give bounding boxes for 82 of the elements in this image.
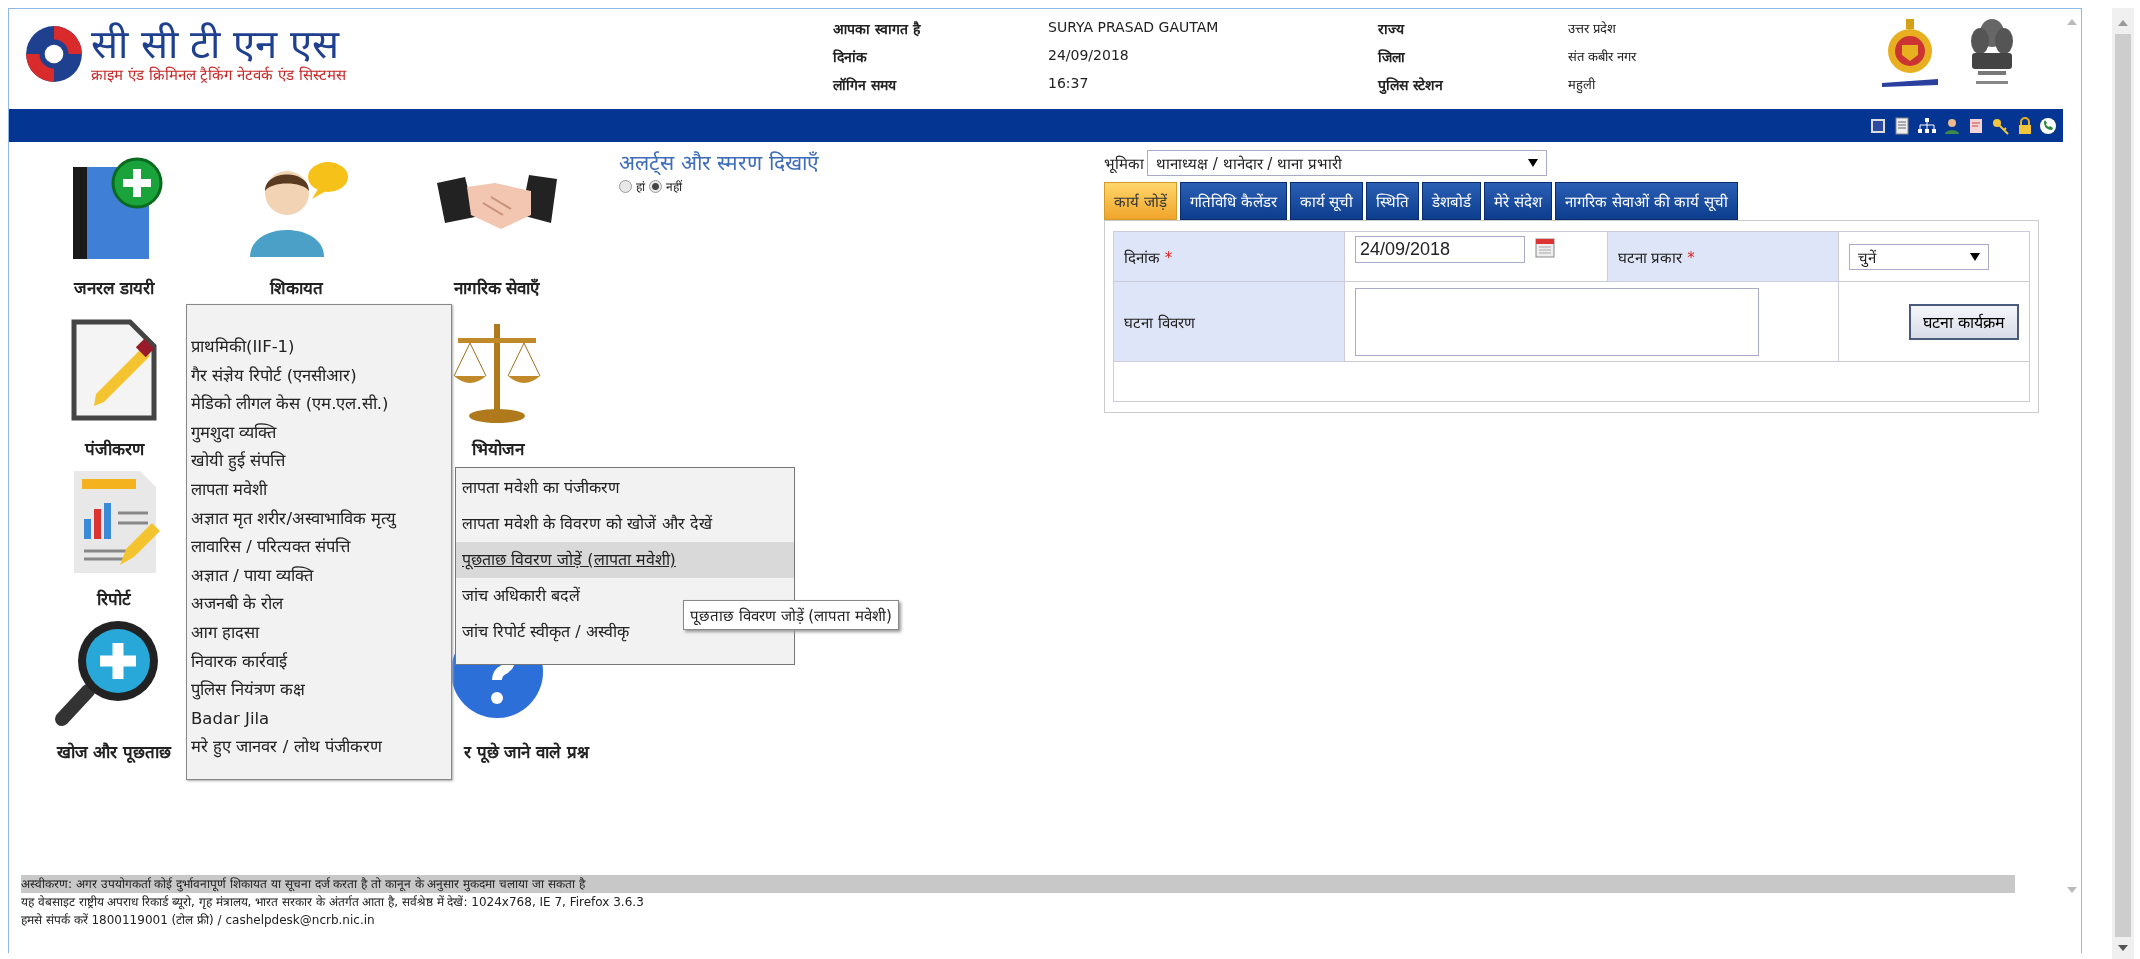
- info-value: SURYA PRASAD GAUTAM: [1048, 19, 1220, 37]
- disclaimer-text: अस्वीकरण: अगर उपयोगकर्ता कोई दुर्भावनापूर्ण शिकायत या सूचना दर्ज करता है तो कानून के अनुसार मुकदमा चलाया जा सकता है: [21, 877, 585, 891]
- menu-item[interactable]: अज्ञात / पाया व्यक्ति: [191, 561, 314, 591]
- caret-icon: [1528, 159, 1538, 167]
- lock-icon[interactable]: [2017, 116, 2033, 135]
- menu-item[interactable]: लावारिस / परित्यक्त संपत्ति: [191, 533, 351, 562]
- info-label: राज्य: [1378, 20, 1406, 38]
- menu-item[interactable]: अजनबी के रोल: [191, 590, 284, 619]
- module-label[interactable]: र पूछे जाने वाले प्रश्न: [451, 740, 602, 763]
- info-value: महुली: [1568, 76, 1597, 94]
- submenu-item[interactable]: लापता मवेशी के विवरण को खोजें और देखें: [456, 506, 714, 542]
- footer-text: यह वेबसाइट राष्ट्रीय अपराध रिकार्ड ब्यूरो, गृह मंत्रालय, भारत सरकार के अंतर्गत आता है, सर्वश्रेष्ठ में देखें: 1024x768, IE 7, Firefox 3.6.3: [21, 894, 644, 911]
- tab[interactable]: स्थिति: [1366, 182, 1420, 220]
- notepad-icon[interactable]: [1893, 116, 1911, 135]
- form-icon[interactable]: [1967, 116, 1985, 135]
- menu-item[interactable]: Badar Jila: [191, 704, 270, 734]
- menu-item[interactable]: मेडिको लीगल केस (एम.एल.सी.): [191, 390, 389, 419]
- submenu-item[interactable]: पूछताछ विवरण जोड़ें (लापता मवेशी): [456, 542, 794, 578]
- module-label[interactable]: जनरल डायरी: [73, 276, 155, 299]
- radio-button[interactable]: [619, 180, 632, 193]
- info-label: पुलिस स्टेशन: [1378, 76, 1445, 94]
- info-label: जिला: [1378, 48, 1406, 66]
- description-field[interactable]: [1355, 287, 1759, 356]
- info-label: आपका स्वागत है: [833, 20, 922, 38]
- module-label[interactable]: नागरिक सेवाएँ: [453, 276, 540, 299]
- phone-icon[interactable]: [2039, 116, 2057, 135]
- radio-label: नहीं: [666, 179, 682, 195]
- tab[interactable]: मेरे संदेश: [1484, 182, 1553, 220]
- menu-item[interactable]: आग हादसा: [191, 618, 260, 648]
- scroll-down-icon[interactable]: [2118, 945, 2128, 951]
- menu-item[interactable]: गुमशुदा व्यक्ति: [191, 418, 277, 448]
- date-field[interactable]: 24/09/2018: [1355, 236, 1525, 263]
- tab[interactable]: गतिविधि कैलेंडर: [1179, 182, 1287, 220]
- submenu-item[interactable]: जांच रिपोर्ट स्वीकृत / अस्वीकृ: [456, 614, 631, 650]
- calendar-icon[interactable]: [1535, 236, 1555, 258]
- event-button[interactable]: घटना कार्यक्रम: [1908, 303, 2019, 340]
- scroll-thumb[interactable]: [2115, 34, 2131, 937]
- submenu-item[interactable]: लापता मवेशी का पंजीकरण: [456, 470, 623, 506]
- field-label: दिनांक *: [1124, 248, 1173, 267]
- person-icon[interactable]: [1943, 116, 1961, 135]
- hierarchy-icon[interactable]: [1917, 116, 1937, 135]
- contact-text: हमसे संपर्क करें 1800119001 (टोल फ्री) / cashelpdesk@ncrb.nic.in: [21, 912, 375, 929]
- role-dropdown[interactable]: थानाध्यक्ष / थानेदार / थाना प्रभारी: [1147, 150, 1547, 176]
- tab[interactable]: डेशबोर्ड: [1422, 182, 1482, 220]
- info-value: उत्तर प्रदेश: [1568, 20, 1618, 38]
- menu-item[interactable]: गैर संज्ञेय रिपोर्ट (एनसीआर): [191, 361, 357, 391]
- menu-item[interactable]: लापता मवेशी: [191, 475, 268, 505]
- menu-item[interactable]: मरे हुए जानवर / लोथ पंजीकरण: [191, 733, 382, 762]
- menu-item[interactable]: निवारक कार्रवाई: [191, 647, 288, 677]
- scrollbar[interactable]: [2112, 8, 2134, 959]
- submenu-item[interactable]: जांच अधिकारी बदलें: [456, 578, 583, 614]
- document-icon[interactable]: [1869, 116, 1887, 135]
- radio-label: हां: [636, 179, 645, 195]
- tab[interactable]: नागरिक सेवाओं की कार्य सूची: [1555, 182, 1739, 220]
- logo-subtitle: क्राइम एंड क्रिमिनल ट्रैकिंग नेटवर्क एंड सिस्टमस: [91, 65, 346, 84]
- radio-button[interactable]: [649, 180, 662, 193]
- info-value: संत कबीर नगर: [1568, 48, 1638, 66]
- info-value: 16:37: [1048, 75, 1090, 93]
- role-label: भूमिका: [1104, 154, 1144, 173]
- menu-item[interactable]: पुलिस नियंत्रण कक्ष: [191, 676, 306, 705]
- module-label[interactable]: रिपोर्ट: [97, 587, 131, 610]
- info-value: 24/09/2018: [1048, 47, 1130, 65]
- alerts-title: अलर्ट्स और स्मरण दिखाएँ: [619, 150, 821, 176]
- tab[interactable]: कार्य जोड़ें: [1104, 182, 1177, 220]
- tab[interactable]: कार्य सूची: [1289, 182, 1364, 220]
- key-icon[interactable]: [1991, 116, 2011, 135]
- module-label[interactable]: शिकायत: [270, 276, 323, 299]
- field-label: घटना विवरण: [1124, 313, 1195, 332]
- event-type-dropdown[interactable]: चुनें: [1848, 243, 1989, 270]
- logo-title: सी सी टी एन एस: [91, 24, 340, 64]
- module-label[interactable]: पंजीकरण: [84, 437, 144, 460]
- menu-item[interactable]: प्राथमिकी(IIF-1): [191, 333, 295, 362]
- info-label: दिनांक: [833, 48, 869, 66]
- menu-item[interactable]: खोयी हुई संपत्ति: [191, 447, 286, 476]
- tooltip: पूछताछ विवरण जोड़ें (लापता मवेशी): [683, 600, 899, 630]
- module-label[interactable]: खोज और पूछताछ: [56, 740, 172, 763]
- logo-icon: [23, 23, 85, 85]
- info-label: लॉगिन समय: [833, 76, 898, 94]
- menu-item[interactable]: अज्ञात मृत शरीर/अस्वाभाविक मृत्यु: [191, 504, 397, 534]
- module-label[interactable]: भियोजन: [472, 437, 524, 460]
- field-label: घटना प्रकार *: [1617, 248, 1695, 267]
- caret-icon: [1969, 252, 1980, 261]
